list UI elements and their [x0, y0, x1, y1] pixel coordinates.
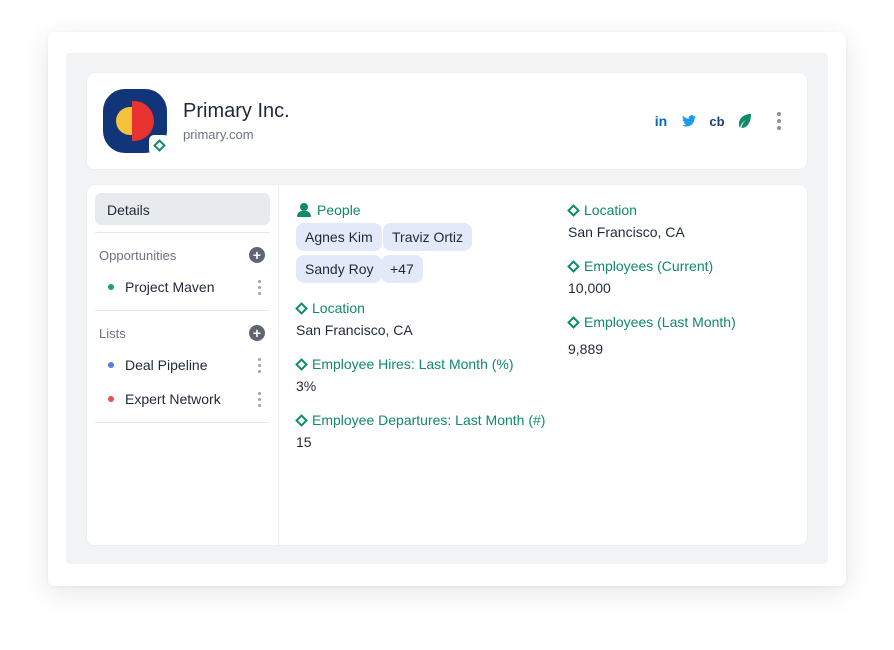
more-options-icon[interactable]	[773, 111, 785, 131]
twitter-icon[interactable]	[675, 111, 703, 131]
diamond-icon	[567, 259, 580, 273]
employees-current-value: 10,000	[568, 280, 611, 296]
status-dot	[108, 362, 114, 368]
lists-heading: Lists	[99, 326, 126, 341]
field-label-text: Location	[584, 202, 637, 218]
field-label-text: Employees (Current)	[584, 258, 714, 274]
company-header: Primary Inc. primary.com in cb	[87, 73, 807, 169]
status-dot	[108, 396, 114, 402]
item-more-icon[interactable]	[255, 279, 263, 295]
item-more-icon[interactable]	[255, 357, 263, 373]
sidebar-item-label: Project Maven	[125, 279, 215, 295]
hires-value: 3%	[296, 378, 317, 394]
divider	[95, 422, 270, 423]
diamond-icon	[567, 315, 580, 329]
sidebar-item-project-maven[interactable]: Project Maven	[95, 273, 270, 301]
employees-last-month-label: Employees (Last Month)	[567, 314, 736, 330]
sidebar-item-expert-network[interactable]: Expert Network	[95, 385, 270, 413]
linkedin-icon[interactable]: in	[647, 111, 675, 131]
twitter-bird	[682, 115, 696, 127]
diamond-icon	[567, 203, 580, 217]
opportunities-heading: Opportunities	[99, 248, 177, 263]
more-people-chip[interactable]: +47	[381, 255, 423, 283]
add-list-button[interactable]: +	[249, 325, 265, 341]
diamond-icon	[295, 413, 308, 427]
sidebar-item-deal-pipeline[interactable]: Deal Pipeline	[95, 351, 270, 379]
sidebar-item-label: Deal Pipeline	[125, 357, 208, 373]
crunchbase-icon[interactable]: cb	[703, 111, 731, 131]
crunchbase-label: cb	[709, 113, 725, 129]
tab-details[interactable]: Details	[95, 193, 270, 225]
divider	[95, 310, 270, 311]
company-name: Primary Inc.	[183, 100, 290, 122]
location-label: Location	[567, 202, 637, 218]
company-logo	[103, 89, 169, 155]
diamond-icon	[152, 138, 166, 152]
diamond-icon	[295, 301, 308, 315]
people-label: People	[297, 202, 361, 218]
person-icon	[297, 203, 311, 217]
divider	[95, 232, 270, 233]
employees-last-month-value: 9,889	[568, 341, 604, 357]
field-label-text: Employee Departures: Last Month (#)	[312, 412, 546, 428]
leaf-icon[interactable]	[731, 111, 759, 131]
verified-badge	[149, 135, 169, 155]
departures-value: 15	[296, 434, 312, 450]
person-chip[interactable]: Sandy Roy	[296, 255, 383, 283]
field-label-text: Location	[312, 300, 365, 316]
employees-current-label: Employees (Current)	[567, 258, 714, 274]
company-domain[interactable]: primary.com	[183, 127, 254, 142]
location-value: San Francisco, CA	[296, 322, 413, 338]
person-chip[interactable]: Traviz Ortiz	[383, 223, 473, 251]
field-label-text: Employee Hires: Last Month (%)	[312, 356, 514, 372]
location-label: Location	[295, 300, 365, 316]
add-opportunity-button[interactable]: +	[249, 247, 265, 263]
departures-label: Employee Departures: Last Month (#)	[295, 412, 546, 428]
status-dot	[108, 284, 114, 290]
sidebar-item-label: Expert Network	[125, 391, 221, 407]
field-label-text: Employees (Last Month)	[584, 314, 736, 330]
leaf-shape	[739, 114, 751, 128]
field-label-text: People	[317, 202, 361, 218]
sidebar: Details Opportunities + Project Maven Li…	[87, 185, 279, 545]
linkedin-label: in	[654, 113, 668, 129]
diamond-icon	[295, 357, 308, 371]
details-panel: Details Opportunities + Project Maven Li…	[87, 185, 807, 545]
person-chip[interactable]: Agnes Kim	[296, 223, 382, 251]
location-value: San Francisco, CA	[568, 224, 685, 240]
hires-label: Employee Hires: Last Month (%)	[295, 356, 514, 372]
item-more-icon[interactable]	[255, 391, 263, 407]
social-links: in cb	[647, 111, 759, 131]
